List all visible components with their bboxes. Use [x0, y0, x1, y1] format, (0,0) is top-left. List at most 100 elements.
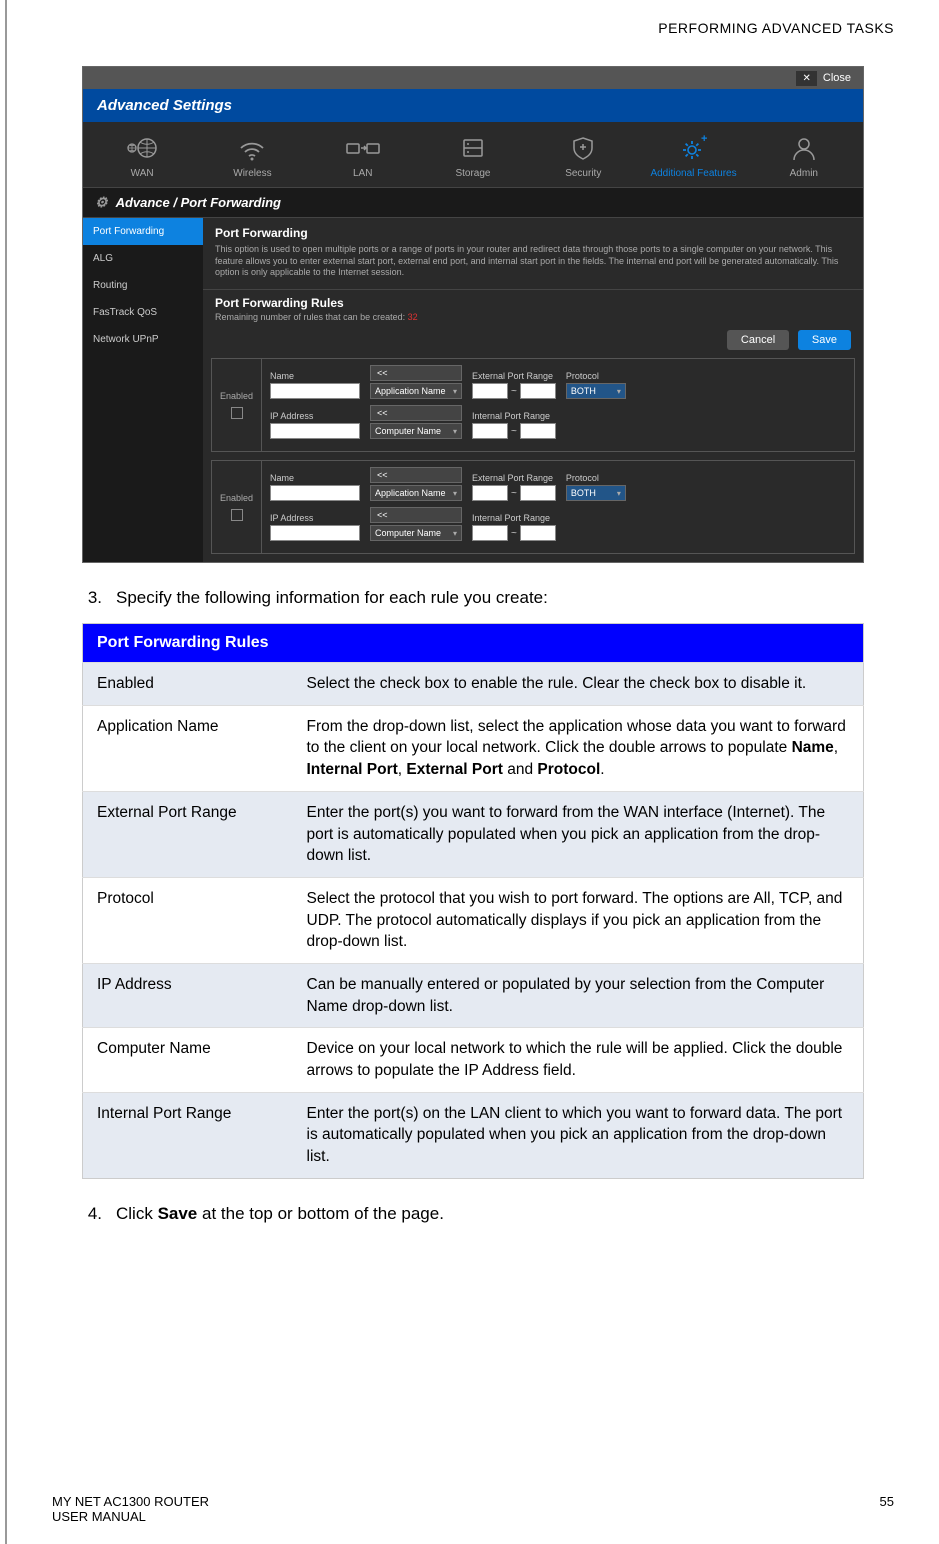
- page-footer: MY NET AC1300 ROUTER USER MANUAL 55: [52, 1494, 894, 1524]
- nav-admin[interactable]: Admin: [749, 134, 859, 179]
- sidebar-item-port-forwarding[interactable]: Port Forwarding: [83, 218, 203, 245]
- advanced-settings-title: Advanced Settings: [83, 89, 863, 122]
- ip-input[interactable]: [270, 423, 360, 439]
- name-input[interactable]: [270, 383, 360, 399]
- enabled-column: Enabled: [212, 461, 262, 553]
- top-nav: WAN Wireless LAN Storage Security + Addi…: [83, 122, 863, 187]
- page-number: 55: [880, 1494, 894, 1524]
- int-end-input[interactable]: [520, 423, 556, 439]
- arrow-button[interactable]: <<: [370, 365, 462, 381]
- arrow-button[interactable]: <<: [370, 467, 462, 483]
- ext-end-input[interactable]: [520, 383, 556, 399]
- action-buttons: Cancel Save: [203, 330, 863, 358]
- section-title: ⚙ Advance / Port Forwarding: [83, 187, 863, 218]
- row-desc: Can be manually entered or populated by …: [293, 963, 864, 1027]
- gear-icon: ⚙: [95, 194, 108, 211]
- table-row: Application Name From the drop-down list…: [83, 705, 864, 791]
- wifi-icon: [235, 134, 269, 162]
- port-forwarding-rules-table: Port Forwarding Rules Enabled Select the…: [82, 623, 864, 1179]
- ext-start-input[interactable]: [472, 485, 508, 501]
- gear-plus-icon: +: [677, 134, 711, 162]
- sidebar-item-fastrack-qos[interactable]: FasTrack QoS: [83, 299, 203, 326]
- save-button[interactable]: Save: [798, 330, 851, 350]
- ext-end-input[interactable]: [520, 485, 556, 501]
- table-row: IP Address Can be manually entered or po…: [83, 963, 864, 1027]
- nav-wireless[interactable]: Wireless: [197, 134, 307, 179]
- row-label: Enabled: [83, 663, 293, 706]
- nav-lan[interactable]: LAN: [308, 134, 418, 179]
- row-desc: Device on your local network to which th…: [293, 1028, 864, 1092]
- int-start-input[interactable]: [472, 423, 508, 439]
- arrow-button[interactable]: <<: [370, 405, 462, 421]
- nav-additional-features[interactable]: + Additional Features: [638, 134, 748, 179]
- row-label: Protocol: [83, 877, 293, 963]
- table-row: External Port Range Enter the port(s) yo…: [83, 791, 864, 877]
- table-row: Protocol Select the protocol that you wi…: [83, 877, 864, 963]
- document-page: PERFORMING ADVANCED TASKS ✕ Close Advanc…: [5, 0, 939, 1544]
- application-name-dropdown[interactable]: Application Name▾: [370, 485, 462, 501]
- step-4: 4. Click Save at the top or bottom of th…: [82, 1204, 864, 1224]
- close-tab: ✕ Close: [83, 67, 863, 89]
- sidebar-item-network-upnp[interactable]: Network UPnP: [83, 326, 203, 353]
- table-header: Port Forwarding Rules: [83, 624, 864, 663]
- row-label: Application Name: [83, 705, 293, 791]
- ext-start-input[interactable]: [472, 383, 508, 399]
- int-end-input[interactable]: [520, 525, 556, 541]
- nav-storage[interactable]: Storage: [418, 134, 528, 179]
- row-label: IP Address: [83, 963, 293, 1027]
- chevron-down-icon: ▾: [453, 529, 457, 538]
- sidebar-item-routing[interactable]: Routing: [83, 272, 203, 299]
- nav-security[interactable]: Security: [528, 134, 638, 179]
- table-row: Internal Port Range Enter the port(s) on…: [83, 1092, 864, 1178]
- rule-row: Enabled Name <<Application Name▾ Externa…: [211, 358, 855, 452]
- row-label: External Port Range: [83, 791, 293, 877]
- svg-text:+: +: [701, 134, 707, 145]
- step-number: 4.: [82, 1204, 102, 1224]
- name-input[interactable]: [270, 485, 360, 501]
- close-label: Close: [823, 72, 851, 84]
- chevron-down-icon: ▾: [453, 427, 457, 436]
- step-number: 3.: [82, 588, 102, 608]
- panel-description: This option is used to open multiple por…: [203, 244, 863, 289]
- table-row: Computer Name Device on your local netwo…: [83, 1028, 864, 1092]
- row-desc: Enter the port(s) you want to forward fr…: [293, 791, 864, 877]
- computer-name-dropdown[interactable]: Computer Name▾: [370, 423, 462, 439]
- chevron-down-icon: ▾: [617, 387, 621, 396]
- footer-left: MY NET AC1300 ROUTER USER MANUAL: [52, 1494, 209, 1524]
- ip-input[interactable]: [270, 525, 360, 541]
- fields-column: Name <<Application Name▾ External Port R…: [262, 461, 854, 553]
- panel-heading: Port Forwarding: [203, 218, 863, 244]
- application-name-dropdown[interactable]: Application Name▾: [370, 383, 462, 399]
- row-label: Computer Name: [83, 1028, 293, 1092]
- nav-wan[interactable]: WAN: [87, 134, 197, 179]
- chevron-down-icon: ▾: [453, 387, 457, 396]
- row-desc: Select the protocol that you wish to por…: [293, 877, 864, 963]
- person-icon: [789, 134, 819, 162]
- cancel-button[interactable]: Cancel: [727, 330, 789, 350]
- row-desc: Select the check box to enable the rule.…: [293, 663, 864, 706]
- close-icon[interactable]: ✕: [796, 71, 816, 86]
- computer-name-dropdown[interactable]: Computer Name▾: [370, 525, 462, 541]
- step-3: 3. Specify the following information for…: [82, 588, 864, 608]
- rule-row: Enabled Name <<Application Name▾ Externa…: [211, 460, 855, 554]
- row-desc: From the drop-down list, select the appl…: [293, 705, 864, 791]
- row-desc: Enter the port(s) on the LAN client to w…: [293, 1092, 864, 1178]
- router-ui-screenshot: ✕ Close Advanced Settings WAN Wireless L…: [82, 66, 864, 563]
- content-area: Port Forwarding ALG Routing FasTrack QoS…: [83, 218, 863, 562]
- row-label: Internal Port Range: [83, 1092, 293, 1178]
- fields-column: Name <<Application Name▾ External Port R…: [262, 359, 854, 451]
- enabled-column: Enabled: [212, 359, 262, 451]
- enabled-checkbox[interactable]: [231, 509, 243, 521]
- shield-icon: [568, 134, 598, 162]
- protocol-dropdown[interactable]: BOTH▾: [566, 383, 626, 399]
- table-row: Enabled Select the check box to enable t…: [83, 663, 864, 706]
- chevron-down-icon: ▾: [453, 489, 457, 498]
- enabled-checkbox[interactable]: [231, 407, 243, 419]
- sidebar-item-alg[interactable]: ALG: [83, 245, 203, 272]
- chevron-down-icon: ▾: [617, 489, 621, 498]
- int-start-input[interactable]: [472, 525, 508, 541]
- lan-icon: [343, 134, 383, 162]
- protocol-dropdown[interactable]: BOTH▾: [566, 485, 626, 501]
- arrow-button[interactable]: <<: [370, 507, 462, 523]
- settings-sidebar: Port Forwarding ALG Routing FasTrack QoS…: [83, 218, 203, 562]
